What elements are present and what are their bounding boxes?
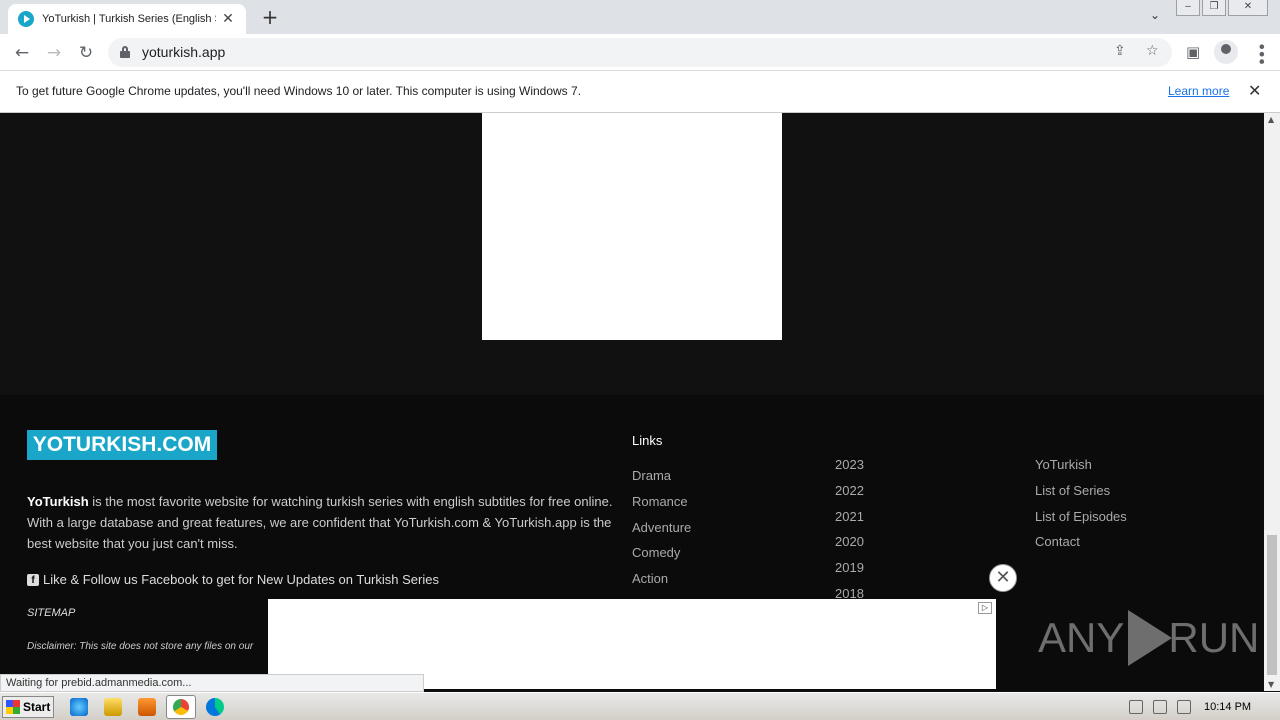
anyrun-watermark: ANY RUN [1038,610,1259,666]
clock[interactable]: 10:14 PM [1204,701,1251,713]
windows-taskbar: Start 10:14 PM [0,692,1280,720]
site-link[interactable]: List of Series [1035,483,1127,509]
site-link[interactable]: List of Episodes [1035,509,1127,535]
year-links: 2023 2022 2021 2020 2019 2018 [835,457,864,612]
tab-close-icon[interactable]: ✕ [220,11,236,27]
tab-search-chevron-icon[interactable]: ⌄ [1150,8,1160,22]
tab-title: YoTurkish | Turkish Series (English Sul [42,13,216,25]
disclaimer-text: Disclaimer: This site does not store any… [27,641,254,652]
play-icon [1128,610,1173,666]
update-infobar: To get future Google Chrome updates, you… [0,71,1280,113]
window-close-button[interactable]: ✕ [1228,0,1268,16]
kebab-menu-icon[interactable]: ••• [1252,42,1271,64]
scroll-thumb[interactable] [1267,535,1277,675]
ad-placeholder[interactable] [482,113,782,340]
year-link[interactable]: 2023 [835,457,864,483]
network-icon[interactable] [1153,700,1167,714]
infobar-close-icon[interactable]: ✕ [1248,81,1261,100]
year-link[interactable]: 2019 [835,560,864,586]
action-center-flag-icon[interactable] [1177,700,1191,714]
url-text[interactable]: yoturkish.app [142,44,225,60]
year-link[interactable]: 2021 [835,509,864,535]
scroll-down-icon[interactable]: ▼ [1268,680,1274,689]
start-button[interactable]: Start [2,696,54,718]
year-link[interactable]: 2020 [835,534,864,560]
site-logo[interactable]: YOTURKISH.COM [27,430,217,460]
system-tray: 10:14 PM [1124,696,1278,718]
side-panel-icon[interactable]: ▣ [1186,43,1200,61]
site-link[interactable]: YoTurkish [1035,457,1127,483]
browser-toolbar: ← → ↻ yoturkish.app ⇪ ☆ ▣ ••• [0,34,1280,71]
start-label: Start [23,700,51,714]
learn-more-link[interactable]: Learn more [1168,84,1229,98]
bookmark-star-icon[interactable]: ☆ [1146,43,1159,59]
site-link[interactable]: Contact [1035,534,1127,560]
browser-tab[interactable]: YoTurkish | Turkish Series (English Sul … [8,4,246,34]
forward-button[interactable]: → [43,42,65,64]
back-button[interactable]: ← [11,42,33,64]
genre-link[interactable]: Comedy [632,545,691,571]
edge-icon[interactable] [206,698,224,716]
watermark-left: ANY [1038,614,1125,661]
status-bubble: Waiting for prebid.admanmedia.com... [0,674,424,692]
links-heading: Links [632,433,663,448]
about-body: is the most favorite website for watchin… [27,494,613,551]
about-brand: YoTurkish [27,494,89,509]
facebook-icon: f [27,573,39,586]
profile-icon[interactable] [1214,40,1238,64]
yoturkish-favicon-icon [18,11,34,27]
facebook-follow-text[interactable]: Like & Follow us Facebook to get for New… [43,572,439,587]
about-text: YoTurkish is the most favorite website f… [27,491,617,554]
new-tab-button[interactable]: + [258,6,282,28]
site-links: YoTurkish List of Series List of Episode… [1035,457,1127,560]
ad-choices-icon[interactable]: ▷ [978,602,992,614]
scroll-up-icon[interactable]: ▲ [1268,115,1274,124]
media-player-icon[interactable] [138,698,156,716]
minimize-button[interactable]: ‒ [1176,0,1200,16]
genre-link[interactable]: Adventure [632,520,691,546]
sitemap-link[interactable]: SITEMAP [27,607,75,619]
window-controls: ‒ ❐ ✕ [1174,0,1268,16]
tab-strip: YoTurkish | Turkish Series (English Sul … [0,0,1280,34]
share-icon[interactable]: ⇪ [1114,43,1126,59]
infobar-message: To get future Google Chrome updates, you… [16,84,582,98]
chrome-taskbar-icon[interactable] [166,695,196,719]
page-scrollbar[interactable]: ▲ ▼ [1264,113,1280,691]
restore-button[interactable]: ❐ [1202,0,1226,16]
ad-close-button[interactable]: ✕ [989,564,1017,592]
reload-button[interactable]: ↻ [75,42,97,64]
ie-icon[interactable] [70,698,88,716]
facebook-follow[interactable]: f Like & Follow us Facebook to get for N… [27,572,439,587]
windows-logo-icon [6,700,20,714]
address-bar[interactable]: yoturkish.app ⇪ ☆ [108,38,1172,67]
lock-icon[interactable] [120,46,130,58]
year-link[interactable]: 2022 [835,483,864,509]
volume-icon[interactable] [1129,700,1143,714]
genre-link[interactable]: Action [632,571,691,597]
explorer-folder-icon[interactable] [104,698,122,716]
genre-link[interactable]: Romance [632,494,691,520]
genre-link[interactable]: Drama [632,468,691,494]
watermark-right: RUN [1168,614,1260,661]
genre-links: Drama Romance Adventure Comedy Action [632,468,691,597]
